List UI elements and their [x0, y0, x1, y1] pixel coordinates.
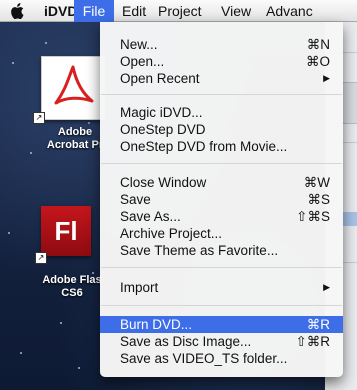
menu-separator [101, 267, 342, 268]
alias-arrow-icon: ↗ [33, 112, 45, 124]
menu-view[interactable]: View [221, 0, 251, 22]
submenu-arrow-icon: ▶ [323, 73, 330, 83]
menu-item-open-recent[interactable]: Open Recent ▶ [100, 70, 343, 87]
menu-separator [101, 163, 342, 164]
menu-item-save[interactable]: Save ⌘S [100, 191, 343, 208]
alias-arrow-icon: ↗ [35, 252, 47, 264]
menu-item-new[interactable]: New... ⌘N [100, 36, 343, 53]
menu-item-save-video-ts[interactable]: Save as VIDEO_TS folder... [100, 350, 343, 367]
menu-item-onestep-dvd[interactable]: OneStep DVD [100, 121, 343, 138]
menu-item-magic-idvd[interactable]: Magic iDVD... [100, 104, 343, 121]
menu-item-archive-project[interactable]: Archive Project... [100, 225, 343, 242]
menu-item-open[interactable]: Open... ⌘O [100, 53, 343, 70]
acrobat-icon [41, 56, 105, 120]
menu-item-save-theme-favorite[interactable]: Save Theme as Favorite... [100, 242, 343, 259]
menu-project[interactable]: Project [158, 0, 202, 22]
menu-item-onestep-dvd-from-movie[interactable]: OneStep DVD from Movie... [100, 138, 343, 155]
menu-advanced[interactable]: Advanc [266, 0, 313, 22]
menu-item-burn-dvd[interactable]: Burn DVD... ⌘R [100, 316, 343, 333]
menu-separator [101, 94, 342, 95]
apple-logo-icon [11, 3, 24, 19]
menu-bar: iDVD File Edit Project View Advanc [0, 0, 357, 22]
menu-item-close-window[interactable]: Close Window ⌘W [100, 174, 343, 191]
app-menu-idvd[interactable]: iDVD [44, 0, 77, 22]
flash-icon: Fl [41, 206, 91, 256]
file-menu-dropdown: New... ⌘N Open... ⌘O Open Recent ▶ Magic… [100, 22, 343, 377]
menu-item-save-as[interactable]: Save As... ⇧⌘S [100, 208, 343, 225]
menu-edit[interactable]: Edit [122, 0, 146, 22]
menu-item-save-disc-image[interactable]: Save as Disc Image... ⇧⌘R [100, 333, 343, 350]
menu-item-import[interactable]: Import ▶ [100, 279, 343, 296]
menu-separator [101, 305, 342, 306]
submenu-arrow-icon: ▶ [323, 282, 330, 292]
apple-menu[interactable] [8, 0, 26, 22]
menu-file[interactable]: File [74, 0, 114, 22]
